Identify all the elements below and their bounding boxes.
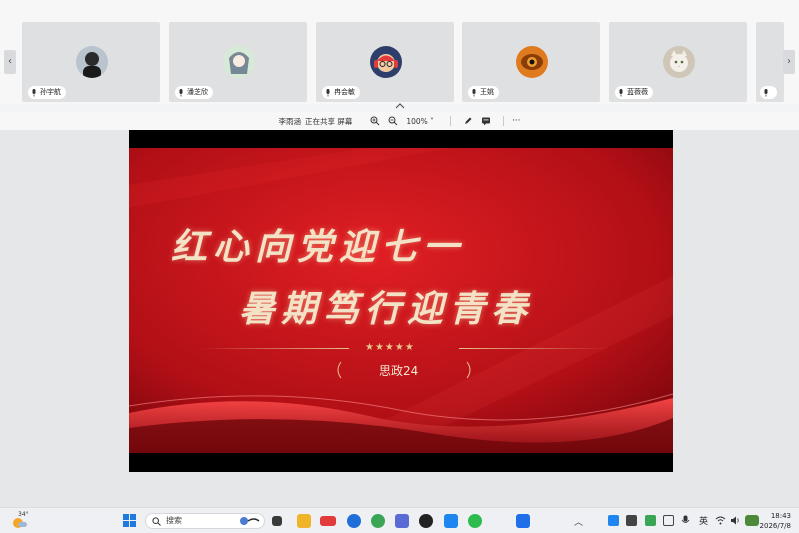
participant-tile[interactable]: 孙宇航 (22, 22, 160, 102)
participant-tile[interactable]: 王姚 (462, 22, 600, 102)
divider (449, 116, 451, 126)
app-blue-icon[interactable] (444, 514, 458, 528)
decorative-line (199, 348, 349, 349)
volume-icon[interactable] (730, 515, 741, 526)
mic-icon (326, 88, 330, 96)
participant-name: 王姚 (480, 88, 494, 96)
stars-decoration: ★★★★★ (365, 342, 415, 353)
tray-app-green-icon[interactable] (645, 515, 656, 526)
anime-girl-avatar (223, 46, 255, 78)
participant-tile[interactable]: 蓝薇薇 (609, 22, 747, 102)
zoom-in-icon[interactable] (370, 116, 380, 126)
mic-icon (472, 88, 476, 96)
tray-frog-icon[interactable] (745, 515, 759, 526)
share-toolbar: 李雨涵 正在共享 屏幕 100% ˅ ··· (0, 112, 799, 130)
participant-name: 潘芝欣 (187, 88, 208, 96)
cat-avatar (663, 46, 695, 78)
participant-name-tag: 蓝薇薇 (615, 86, 653, 99)
person-dark-avatar (76, 46, 108, 78)
participant-tile[interactable] (756, 22, 784, 102)
windows-taskbar: 34° 搜索 ︿ 英 18:43 2026/7/8 (0, 507, 799, 533)
mail-icon[interactable] (395, 514, 409, 528)
mic-icon (179, 88, 183, 96)
laurel-right-icon (466, 361, 471, 379)
search-highlight-icon (240, 517, 260, 525)
input-method-indicator[interactable]: 英 (699, 514, 708, 527)
participant-tile[interactable]: 潘芝欣 (169, 22, 307, 102)
temperature: 34° (18, 511, 29, 518)
battery-icon[interactable] (663, 515, 674, 526)
participant-name-tag: 冉会敏 (322, 86, 360, 99)
wifi-icon[interactable] (715, 515, 726, 526)
chevron-up-icon[interactable] (394, 102, 406, 110)
search-icon (152, 517, 161, 526)
share-status: 正在共享 屏幕 (304, 116, 353, 126)
presentation-slide: 红心向党迎七一 暑期笃行迎青春 ★★★★★ 思政24 (129, 148, 673, 453)
mic-icon (619, 88, 623, 96)
participant-name-tag (760, 86, 777, 99)
divider (502, 116, 504, 126)
file-explorer-icon[interactable] (297, 514, 311, 528)
participant-name: 孙宇航 (40, 88, 61, 96)
participant-strip: ‹ 孙宇航 潘芝欣 冉会敏 王姚 蓝薇薇 › (0, 0, 799, 104)
mic-icon (764, 88, 768, 96)
slide-title-line2: 暑期笃行迎青春 (239, 288, 534, 330)
participant-name: 蓝薇薇 (627, 88, 648, 96)
taskbar-search-input[interactable]: 搜索 (145, 513, 265, 529)
participant-name-tag: 王姚 (468, 86, 499, 99)
clock-time: 18:43 (770, 512, 791, 520)
meeting-app-icon[interactable] (516, 514, 530, 528)
participant-name: 冉会敏 (334, 88, 355, 96)
qq-icon[interactable] (419, 514, 433, 528)
mic-icon (32, 88, 36, 96)
more-options-icon[interactable]: ··· (512, 116, 521, 126)
task-view-icon[interactable] (272, 516, 282, 526)
zoom-dropdown[interactable]: 100% ˅ (406, 117, 434, 126)
zoom-value: 100% (406, 116, 428, 126)
shared-screen: 红心向党迎七一 暑期笃行迎青春 ★★★★★ 思政24 (129, 130, 673, 472)
cartoon-headphones-avatar (370, 46, 402, 78)
participant-name-tag: 孙宇航 (28, 86, 66, 99)
app-red-icon[interactable] (320, 516, 336, 526)
scroll-left-button[interactable]: ‹ (4, 50, 16, 74)
tray-overflow-chevron-icon[interactable]: ︿ (574, 515, 583, 528)
slide-title-line1: 红心向党迎七一 (171, 226, 466, 268)
participant-name-tag: 潘芝欣 (175, 86, 213, 99)
tray-app-icon[interactable] (608, 515, 619, 526)
participant-tile[interactable]: 冉会敏 (316, 22, 454, 102)
search-placeholder: 搜索 (166, 516, 182, 525)
clock-date: 2026/7/8 (759, 522, 791, 530)
shared-screen-area: 红心向党迎七一 暑期笃行迎青春 ★★★★★ 思政24 (0, 130, 799, 507)
pen-icon[interactable] (463, 116, 473, 126)
system-clock[interactable]: 18:43 2026/7/8 (760, 511, 791, 531)
decorative-line (459, 348, 609, 349)
zoom-out-icon[interactable] (388, 116, 398, 126)
windows-start-icon[interactable] (123, 514, 136, 527)
browser-icon[interactable] (347, 514, 361, 528)
sharer-name: 李雨涵 (278, 116, 301, 126)
laurel-left-icon (337, 361, 342, 379)
edge-green-icon[interactable] (371, 514, 385, 528)
slide-subtitle: 思政24 (379, 364, 419, 378)
eye-closeup-avatar (516, 46, 548, 78)
comment-icon[interactable] (481, 116, 491, 126)
scroll-right-button[interactable]: › (783, 50, 795, 74)
wechat-icon[interactable] (468, 514, 482, 528)
tray-settings-icon[interactable] (626, 515, 637, 526)
microphone-icon[interactable] (680, 515, 691, 526)
